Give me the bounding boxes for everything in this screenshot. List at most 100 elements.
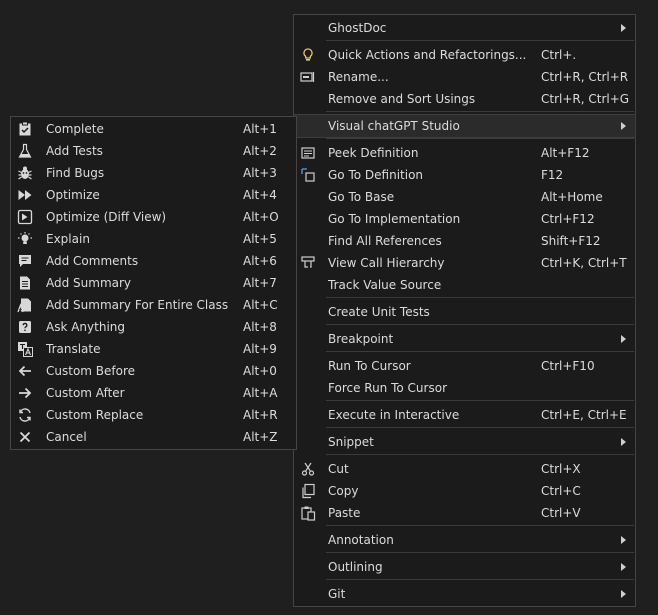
- menu-item-label: Quick Actions and Refactorings...: [328, 48, 527, 62]
- menu-item-run-to-cursor[interactable]: Run To Cursor Ctrl+F10: [294, 355, 635, 377]
- menu-item-label: GhostDoc: [328, 21, 387, 35]
- visual-chatgpt-studio-submenu: Complete Alt+1 Add Tests Alt+2 Find Bugs…: [10, 116, 297, 450]
- submenu-item-label: Complete: [46, 122, 104, 136]
- submenu-item-shortcut: Alt+4: [243, 188, 277, 202]
- menu-item-shortcut: Ctrl+F12: [541, 212, 595, 226]
- menu-item-shortcut: Ctrl+E, Ctrl+E: [541, 408, 627, 422]
- menu-item-ghostdoc[interactable]: GhostDoc: [294, 17, 635, 39]
- close-icon: [17, 429, 33, 445]
- menu-item-shortcut: Ctrl+.: [541, 48, 577, 62]
- submenu-arrow-icon: [621, 122, 626, 130]
- submenu-item-shortcut: Alt+9: [243, 342, 277, 356]
- menu-item-track-value-source[interactable]: Track Value Source: [294, 274, 635, 296]
- menu-item-label: Rename...: [328, 70, 389, 84]
- submenu-item-label: Custom Before: [46, 364, 136, 378]
- menu-item-label: Go To Implementation: [328, 212, 461, 226]
- menu-separator: [326, 454, 634, 455]
- go-to-definition-icon: [300, 167, 316, 183]
- submenu-item-shortcut: Alt+8: [243, 320, 277, 334]
- editor-context-menu: GhostDoc Quick Actions and Refactorings.…: [293, 14, 636, 607]
- submenu-item-translate[interactable]: Translate Alt+9: [11, 338, 296, 360]
- menu-separator: [326, 525, 634, 526]
- submenu-item-shortcut: Alt+1: [243, 122, 277, 136]
- submenu-item-optimize[interactable]: Optimize Alt+4: [11, 184, 296, 206]
- submenu-item-complete[interactable]: Complete Alt+1: [11, 118, 296, 140]
- menu-item-label: Find All References: [328, 234, 442, 248]
- submenu-item-label: Custom Replace: [46, 408, 144, 422]
- menu-item-label: Go To Definition: [328, 168, 424, 182]
- menu-item-label: Run To Cursor: [328, 359, 411, 373]
- menu-item-view-call-hierarchy[interactable]: View Call Hierarchy Ctrl+K, Ctrl+T: [294, 252, 635, 274]
- submenu-item-shortcut: Alt+3: [243, 166, 277, 180]
- menu-item-label: Snippet: [328, 435, 374, 449]
- menu-item-find-all-references[interactable]: Find All References Shift+F12: [294, 230, 635, 252]
- menu-item-visual-chatgpt-studio[interactable]: Visual chatGPT Studio: [293, 114, 636, 138]
- submenu-item-cancel[interactable]: Cancel Alt+Z: [11, 426, 296, 448]
- submenu-item-shortcut: Alt+C: [243, 298, 278, 312]
- submenu-item-custom-before[interactable]: Custom Before Alt+0: [11, 360, 296, 382]
- submenu-item-custom-replace[interactable]: Custom Replace Alt+R: [11, 404, 296, 426]
- menu-item-rename[interactable]: Rename... Ctrl+R, Ctrl+R: [294, 66, 635, 88]
- menu-item-cut[interactable]: Cut Ctrl+X: [294, 458, 635, 480]
- menu-item-label: Paste: [328, 506, 361, 520]
- replace-icon: [17, 407, 33, 423]
- submenu-item-shortcut: Alt+A: [243, 386, 278, 400]
- menu-item-outlining[interactable]: Outlining: [294, 556, 635, 578]
- submenu-item-shortcut: Alt+R: [243, 408, 278, 422]
- submenu-item-optimize-diff-view[interactable]: Optimize (Diff View) Alt+O: [11, 206, 296, 228]
- submenu-item-label: Optimize (Diff View): [46, 210, 167, 224]
- rename-icon: [300, 69, 316, 85]
- submenu-item-label: Translate: [46, 342, 101, 356]
- flask-icon: [17, 143, 33, 159]
- submenu-item-add-summary[interactable]: Add Summary Alt+7: [11, 272, 296, 294]
- menu-item-go-to-definition[interactable]: Go To Definition F12: [294, 164, 635, 186]
- menu-item-go-to-base[interactable]: Go To Base Alt+Home: [294, 186, 635, 208]
- peek-definition-icon: [300, 145, 316, 161]
- submenu-arrow-icon: [621, 536, 626, 544]
- cut-icon: [300, 461, 316, 477]
- menu-item-copy[interactable]: Copy Ctrl+C: [294, 480, 635, 502]
- menu-separator: [326, 111, 634, 112]
- menu-separator: [326, 324, 634, 325]
- menu-item-snippet[interactable]: Snippet: [294, 431, 635, 453]
- menu-item-force-run-to-cursor[interactable]: Force Run To Cursor: [294, 377, 635, 399]
- menu-item-label: Execute in Interactive: [328, 408, 460, 422]
- class-summary-icon: [17, 297, 33, 313]
- submenu-item-add-summary-entire-class[interactable]: Add Summary For Entire Class Alt+C: [11, 294, 296, 316]
- menu-item-shortcut: Ctrl+R, Ctrl+G: [541, 92, 630, 106]
- translate-icon: [17, 341, 33, 357]
- menu-separator: [326, 297, 634, 298]
- menu-item-go-to-implementation[interactable]: Go To Implementation Ctrl+F12: [294, 208, 635, 230]
- menu-item-paste[interactable]: Paste Ctrl+V: [294, 502, 635, 524]
- menu-item-quick-actions[interactable]: Quick Actions and Refactorings... Ctrl+.: [294, 44, 635, 66]
- submenu-arrow-icon: [621, 438, 626, 446]
- submenu-item-add-tests[interactable]: Add Tests Alt+2: [11, 140, 296, 162]
- submenu-item-ask-anything[interactable]: Ask Anything Alt+8: [11, 316, 296, 338]
- menu-item-breakpoint[interactable]: Breakpoint: [294, 328, 635, 350]
- menu-separator: [326, 427, 634, 428]
- menu-item-peek-definition[interactable]: Peek Definition Alt+F12: [294, 142, 635, 164]
- menu-item-remove-sort-usings[interactable]: Remove and Sort Usings Ctrl+R, Ctrl+G: [294, 88, 635, 110]
- submenu-item-add-comments[interactable]: Add Comments Alt+6: [11, 250, 296, 272]
- submenu-item-label: Cancel: [46, 430, 87, 444]
- menu-item-label: Breakpoint: [328, 332, 394, 346]
- submenu-item-label: Add Summary: [46, 276, 132, 290]
- menu-item-annotation[interactable]: Annotation: [294, 529, 635, 551]
- menu-separator: [326, 40, 634, 41]
- menu-item-execute-in-interactive[interactable]: Execute in Interactive Ctrl+E, Ctrl+E: [294, 404, 635, 426]
- submenu-item-shortcut: Alt+7: [243, 276, 277, 290]
- submenu-item-label: Add Comments: [46, 254, 139, 268]
- submenu-item-shortcut: Alt+6: [243, 254, 277, 268]
- submenu-item-find-bugs[interactable]: Find Bugs Alt+3: [11, 162, 296, 184]
- menu-item-shortcut: F12: [541, 168, 564, 182]
- diff-view-icon: [17, 209, 33, 225]
- menu-separator: [326, 351, 634, 352]
- menu-item-label: Git: [328, 587, 346, 601]
- menu-item-shortcut: Ctrl+V: [541, 506, 581, 520]
- submenu-item-explain[interactable]: Explain Alt+5: [11, 228, 296, 250]
- menu-item-create-unit-tests[interactable]: Create Unit Tests: [294, 301, 635, 323]
- submenu-item-custom-after[interactable]: Custom After Alt+A: [11, 382, 296, 404]
- menu-item-label: Peek Definition: [328, 146, 419, 160]
- menu-item-git[interactable]: Git: [294, 583, 635, 605]
- menu-item-shortcut: Alt+F12: [541, 146, 590, 160]
